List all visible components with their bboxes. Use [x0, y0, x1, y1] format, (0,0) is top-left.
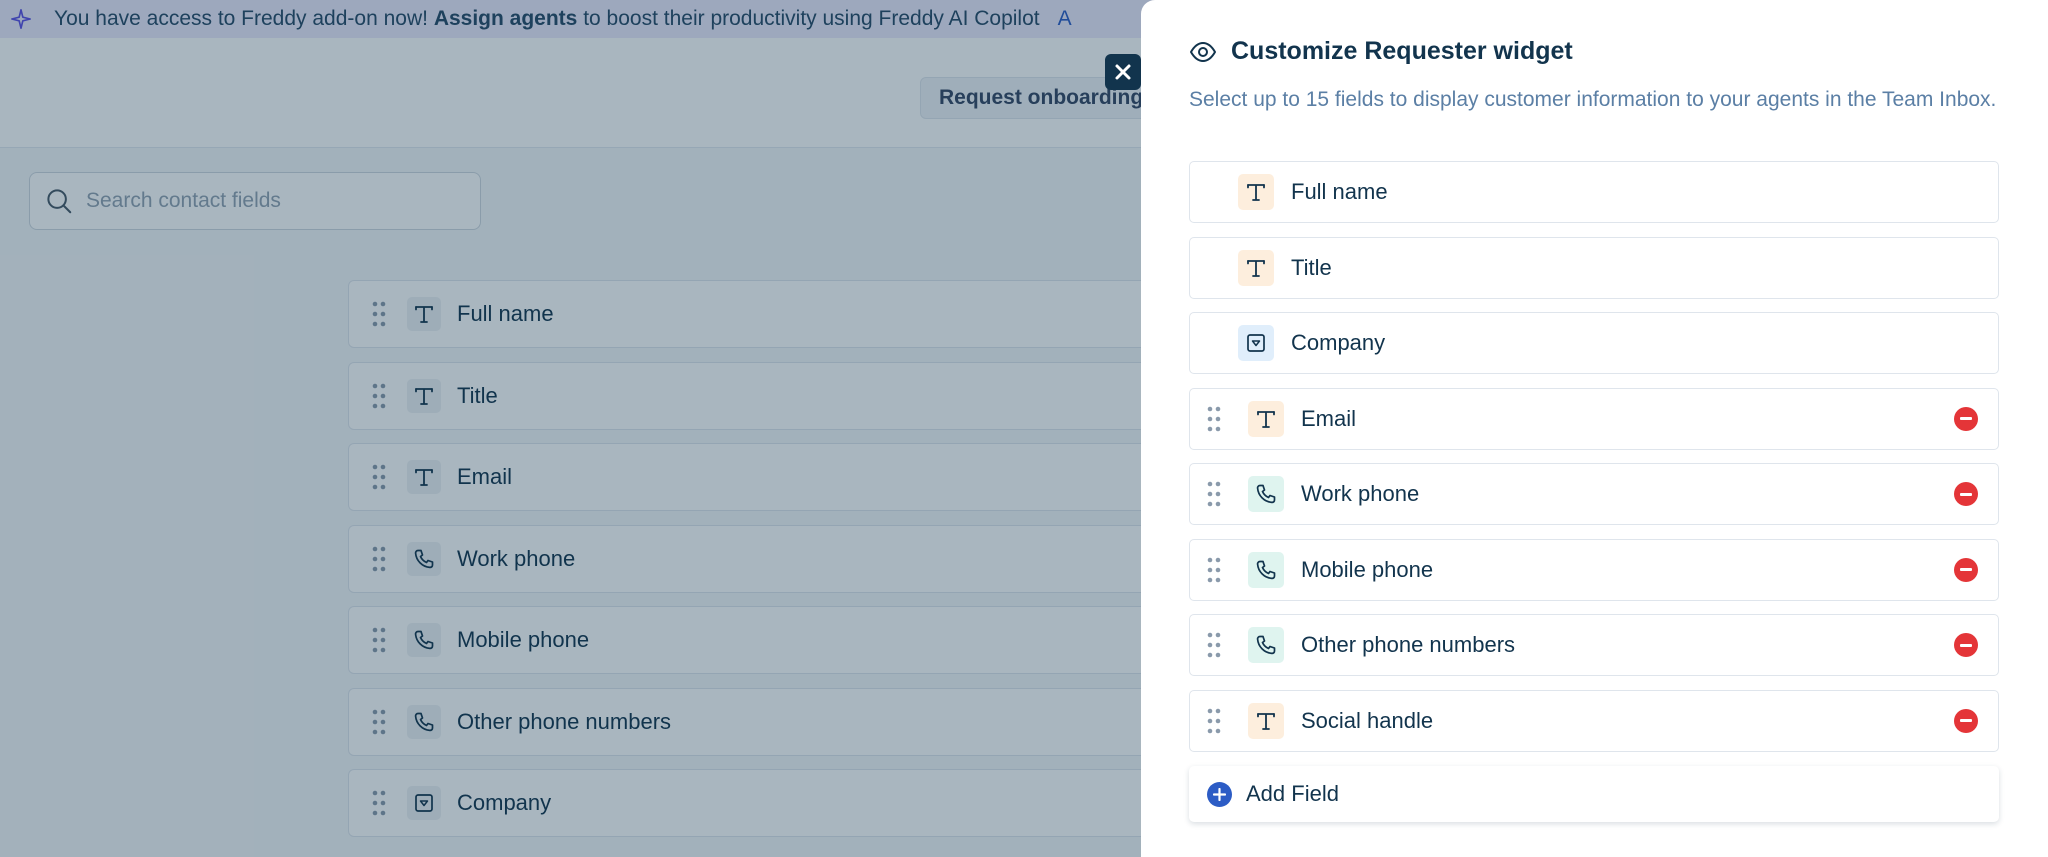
phone-icon — [1248, 627, 1284, 663]
remove-icon — [1960, 417, 1972, 420]
widget-field-row[interactable]: Mobile phone — [1189, 538, 1999, 601]
close-icon — [1115, 64, 1131, 80]
add-field-button[interactable]: Add Field — [1189, 766, 1999, 822]
drag-handle-icon[interactable] — [1206, 707, 1222, 735]
plus-circle-icon — [1207, 781, 1232, 807]
remove-field-button[interactable] — [1954, 482, 1978, 506]
remove-field-button[interactable] — [1954, 557, 1978, 582]
phone-icon — [1248, 551, 1284, 588]
drag-handle-icon[interactable] — [1206, 405, 1222, 433]
add-field-label: Add Field — [1246, 781, 1339, 806]
remove-field-button[interactable] — [1954, 406, 1978, 431]
phone-icon — [1248, 476, 1284, 512]
text-type-icon — [1238, 249, 1274, 286]
eye-icon — [1190, 41, 1216, 62]
widget-field-label: Social handle — [1301, 707, 1434, 733]
widget-field-row[interactable]: Email — [1189, 387, 1999, 450]
widget-field-label: Work phone — [1301, 481, 1420, 506]
widget-field-list: Full name Title Company Email Work phone Mobi… — [1189, 161, 1999, 765]
panel-description: Select up to 15 fields to display custom… — [1189, 88, 1997, 111]
widget-field-row[interactable]: Social handle — [1189, 689, 1999, 752]
panel-title: Customize Requester widget — [1231, 37, 1573, 65]
widget-field-label: Mobile phone — [1301, 556, 1434, 582]
text-type-icon — [1238, 174, 1274, 210]
close-panel-button[interactable] — [1105, 54, 1141, 90]
text-type-icon — [1248, 400, 1284, 437]
widget-field-row: Company — [1189, 312, 1999, 374]
remove-field-button[interactable] — [1954, 633, 1978, 657]
widget-field-label: Other phone numbers — [1301, 632, 1516, 657]
remove-icon — [1960, 719, 1972, 722]
widget-field-label: Title — [1291, 254, 1332, 280]
drag-handle-icon[interactable] — [1206, 556, 1222, 584]
widget-field-label: Email — [1301, 405, 1357, 431]
text-type-icon — [1248, 702, 1284, 739]
widget-field-label: Company — [1291, 330, 1386, 355]
widget-field-row[interactable]: Work phone — [1189, 463, 1999, 525]
remove-icon — [1960, 492, 1972, 496]
dropdown-icon — [1238, 325, 1274, 361]
customize-requester-widget-panel: Customize Requester widget Select up to … — [1141, 0, 2048, 857]
drag-handle-icon[interactable] — [1206, 480, 1222, 508]
widget-field-row: Title — [1189, 236, 1999, 299]
drag-handle-icon[interactable] — [1206, 631, 1222, 659]
remove-icon — [1960, 643, 1972, 647]
widget-field-row[interactable]: Other phone numbers — [1189, 614, 1999, 676]
remove-field-button[interactable] — [1954, 708, 1978, 733]
panel-header: Customize Requester widget — [1189, 37, 1573, 66]
remove-icon — [1960, 568, 1972, 571]
widget-field-label: Full name — [1291, 179, 1388, 204]
widget-field-row: Full name — [1189, 161, 1999, 223]
